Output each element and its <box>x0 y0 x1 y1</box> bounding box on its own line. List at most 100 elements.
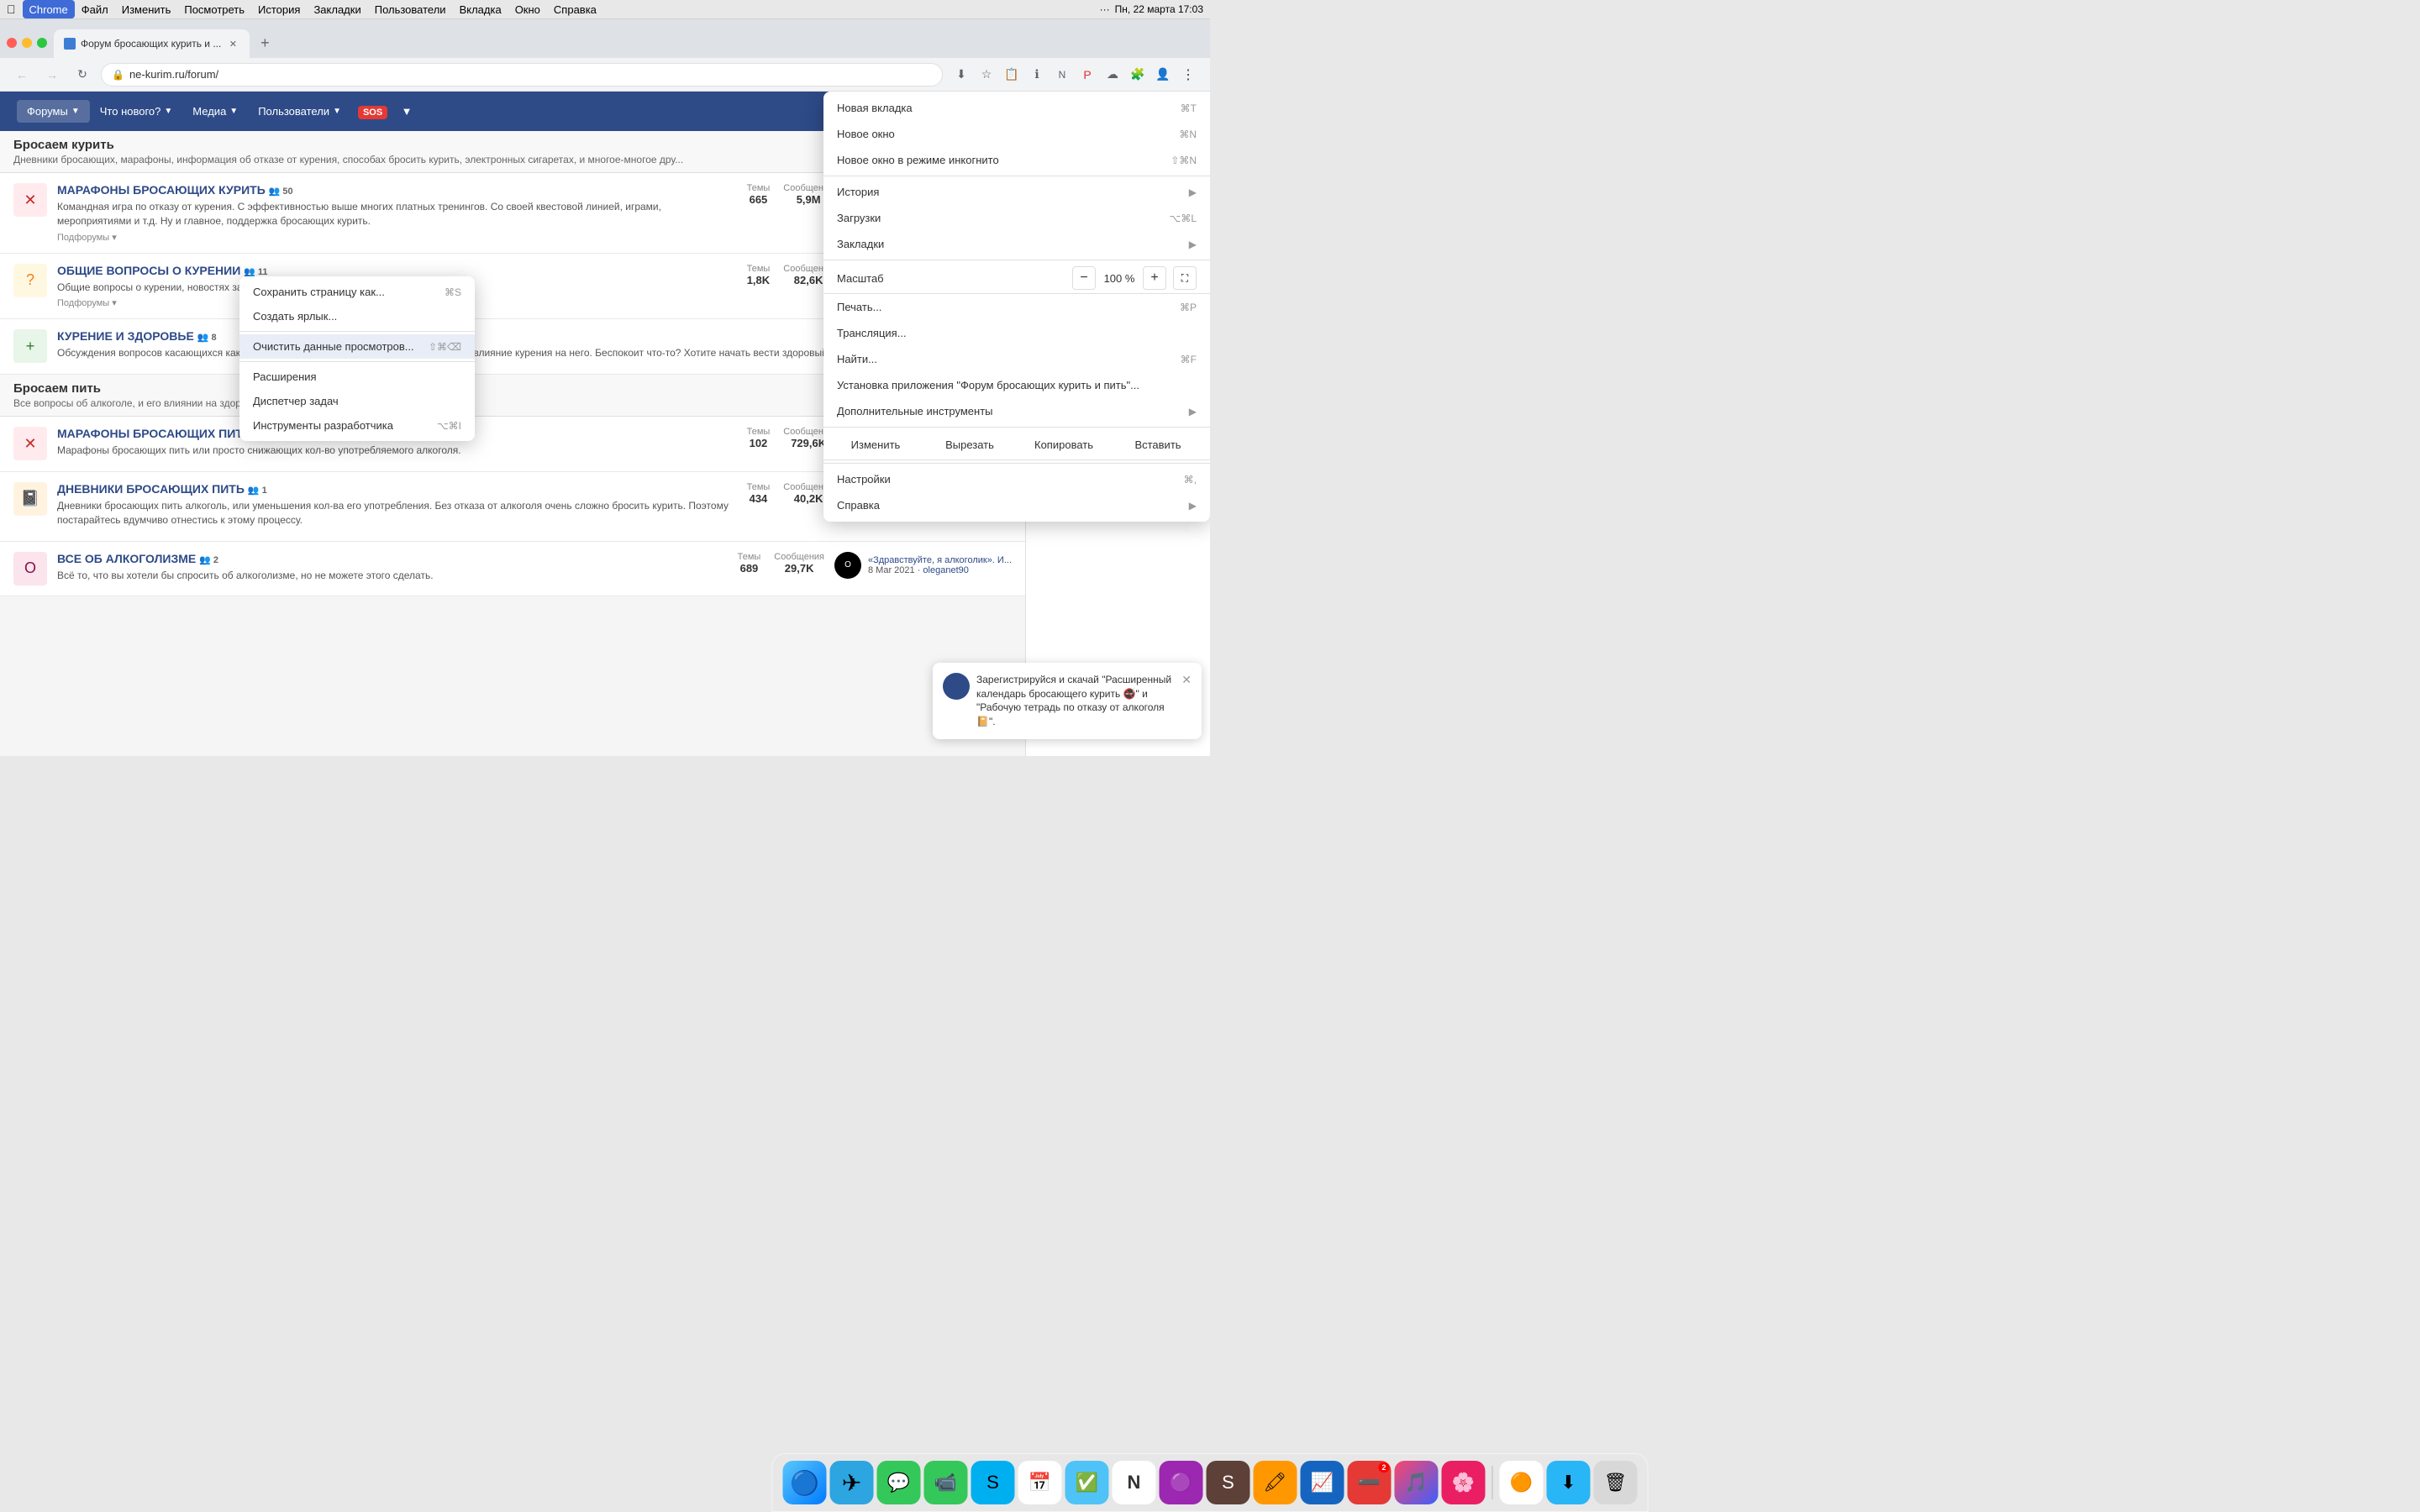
dock-icon-app5[interactable]: 🌸 <box>1442 1461 1486 1504</box>
context-menu-overlay: Сохранить страницу как... ⌘S Создать ярл… <box>0 92 1210 756</box>
extensions-button[interactable]: 🧩 <box>1126 63 1150 87</box>
profile-button[interactable]: 👤 <box>1151 63 1175 87</box>
chrome-menu-settings[interactable]: Настройки ⌘, <box>823 466 1210 492</box>
tab-title: Форум бросающих курить и ... <box>81 38 221 50</box>
menubar-help[interactable]: Справка <box>547 0 603 18</box>
cloud-button[interactable]: ☁ <box>1101 63 1124 87</box>
chrome-window: Форум бросающих курить и ... ✕ + ← → ↻ 🔒… <box>0 19 1210 756</box>
menubar-file[interactable]: Файл <box>75 0 115 18</box>
active-tab[interactable]: Форум бросающих курить и ... ✕ <box>54 29 250 58</box>
address-bar: ← → ↻ 🔒 ne-kurim.ru/forum/ ⬇ ☆ 📋 ℹ N P ☁… <box>0 58 1210 92</box>
menubar-time: Пн, 22 марта 17:03 <box>1115 3 1203 15</box>
copy-button[interactable]: Копировать <box>1018 433 1109 456</box>
dock-icon-facetime[interactable]: 📹 <box>924 1461 968 1504</box>
chrome-menu-print[interactable]: Печать... ⌘P <box>823 294 1210 320</box>
dock-icon-telegram[interactable]: ✈ <box>830 1461 874 1504</box>
chrome-menu-history[interactable]: История ▶ <box>823 179 1210 205</box>
back-button[interactable]: ← <box>10 63 34 87</box>
dock-icon-app4[interactable]: ➖ 2 <box>1348 1461 1392 1504</box>
info-button[interactable]: ℹ <box>1025 63 1049 87</box>
readinglist-button[interactable]: 📋 <box>1000 63 1023 87</box>
bookmark-button[interactable]: ☆ <box>975 63 998 87</box>
edit-button[interactable]: Изменить <box>830 433 921 456</box>
arrow-right-icon: ▶ <box>1189 500 1197 512</box>
chrome-menu-divider <box>823 427 1210 428</box>
zoom-label: Масштаб <box>837 272 1072 285</box>
chrome-menu-bookmarks[interactable]: Закладки ▶ <box>823 231 1210 257</box>
context-menu-save-page[interactable]: Сохранить страницу как... ⌘S <box>239 280 475 304</box>
tab-close-button[interactable]: ✕ <box>226 37 239 50</box>
menubar-chrome[interactable]: Chrome <box>23 0 75 18</box>
cut-button[interactable]: Вырезать <box>924 433 1015 456</box>
menubar-controls: ··· <box>1100 3 1110 15</box>
context-menu-clear-browsing[interactable]: Очистить данные просмотров... ⇧⌘⌫ <box>239 334 475 359</box>
chrome-menu-more-tools[interactable]: Дополнительные инструменты ▶ <box>823 398 1210 424</box>
new-tab-button[interactable]: + <box>253 31 276 55</box>
dock-icon-scrivener[interactable]: S <box>1207 1461 1250 1504</box>
context-menu-devtools[interactable]: Инструменты разработчика ⌥⌘I <box>239 413 475 438</box>
dock-separator <box>1492 1466 1493 1499</box>
dock-icon-music[interactable]: 🎵 <box>1395 1461 1439 1504</box>
dock-badge: 2 <box>1378 1462 1389 1473</box>
reload-button[interactable]: ↻ <box>71 63 94 87</box>
mac-menubar:  Chrome Файл Изменить Посмотреть Истори… <box>0 0 1210 19</box>
dock-icon-download[interactable]: ⬇ <box>1547 1461 1591 1504</box>
menubar-profiles[interactable]: Пользователи <box>368 0 453 18</box>
apple-menu[interactable]:  <box>7 3 16 16</box>
chrome-menu-cast[interactable]: Трансляция... <box>823 320 1210 346</box>
lock-icon: 🔒 <box>112 69 124 81</box>
dock-icon-app3[interactable]: 📈 <box>1301 1461 1344 1504</box>
chrome-menu-find[interactable]: Найти... ⌘F <box>823 346 1210 372</box>
chrome-menu-install-app[interactable]: Установка приложения "Форум бросающих ку… <box>823 372 1210 398</box>
dock-icon-app2[interactable]: 🖍 <box>1254 1461 1297 1504</box>
chrome-menu-downloads[interactable]: Загрузки ⌥⌘L <box>823 205 1210 231</box>
chrome-menu-divider <box>823 463 1210 464</box>
dock-icon-calendar[interactable]: 📅 <box>1018 1461 1062 1504</box>
paste-button[interactable]: Вставить <box>1113 433 1203 456</box>
menubar-history[interactable]: История <box>251 0 307 18</box>
window-controls <box>7 38 47 48</box>
dock-icon-app1[interactable]: 🟣 <box>1160 1461 1203 1504</box>
title-bar: Форум бросающих курить и ... ✕ + <box>0 19 1210 58</box>
dock-icon-tasks[interactable]: ✅ <box>1065 1461 1109 1504</box>
menubar-window[interactable]: Окно <box>508 0 547 18</box>
chrome-menu-button[interactable]: ⋮ <box>1176 63 1200 87</box>
dock-icon-trash[interactable]: 🗑 <box>1594 1461 1638 1504</box>
arrow-right-icon: ▶ <box>1189 406 1197 417</box>
minimize-window-button[interactable] <box>22 38 32 48</box>
toast-close-button[interactable]: ✕ <box>1181 673 1192 687</box>
download-button[interactable]: ⬇ <box>950 63 973 87</box>
chrome-menu-help[interactable]: Справка ▶ <box>823 492 1210 518</box>
chrome-menu-new-window[interactable]: Новое окно ⌘N <box>823 121 1210 147</box>
chrome-menu-new-tab[interactable]: Новая вкладка ⌘T <box>823 95 1210 121</box>
tab-favicon <box>64 38 76 50</box>
menubar-edit[interactable]: Изменить <box>115 0 178 18</box>
dock-icon-messages[interactable]: 💬 <box>877 1461 921 1504</box>
context-menu-extensions[interactable]: Расширения <box>239 365 475 389</box>
chrome-menu-incognito[interactable]: Новое окно в режиме инкогнито ⇧⌘N <box>823 147 1210 173</box>
menubar-bookmarks[interactable]: Закладки <box>307 0 367 18</box>
zoom-in-button[interactable]: + <box>1143 266 1166 290</box>
notion-button[interactable]: N <box>1050 63 1074 87</box>
context-menu-divider <box>239 361 475 362</box>
edit-actions-row: Изменить Вырезать Копировать Вставить <box>823 430 1210 460</box>
dock-icon-skype[interactable]: S <box>971 1461 1015 1504</box>
close-window-button[interactable] <box>7 38 17 48</box>
menubar-tab[interactable]: Вкладка <box>453 0 508 18</box>
context-menu-create-shortcut[interactable]: Создать ярлык... <box>239 304 475 328</box>
dock-icon-chrome[interactable]: 🟠 <box>1500 1461 1544 1504</box>
pocket-button[interactable]: P <box>1076 63 1099 87</box>
arrow-right-icon: ▶ <box>1189 239 1197 250</box>
maximize-window-button[interactable] <box>37 38 47 48</box>
forward-button[interactable]: → <box>40 63 64 87</box>
context-menu-task-manager[interactable]: Диспетчер задач <box>239 389 475 413</box>
dock-icon-finder[interactable]: 🔵 <box>783 1461 827 1504</box>
address-bar-actions: ⬇ ☆ 📋 ℹ N P ☁ 🧩 👤 ⋮ <box>950 63 1200 87</box>
zoom-out-button[interactable]: − <box>1072 266 1096 290</box>
url-bar[interactable]: 🔒 ne-kurim.ru/forum/ <box>101 63 943 87</box>
dock-icon-notion[interactable]: N <box>1113 1461 1156 1504</box>
fullscreen-button[interactable]: ⛶ <box>1173 266 1197 290</box>
url-text: ne-kurim.ru/forum/ <box>129 68 218 81</box>
context-menu-divider <box>239 331 475 332</box>
menubar-view[interactable]: Посмотреть <box>177 0 251 18</box>
